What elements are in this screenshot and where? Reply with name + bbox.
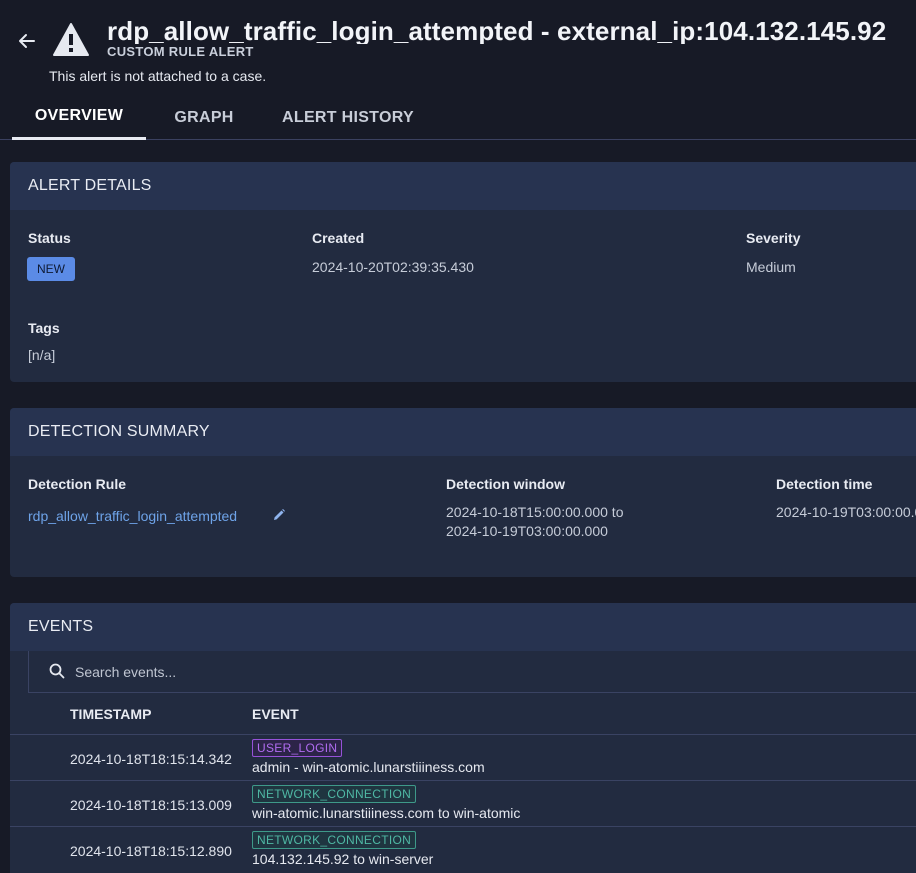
event-description: win-atomic.lunarstiiiness.com to win-ato… (252, 805, 521, 821)
event-description: admin - win-atomic.lunarstiiiness.com (252, 759, 485, 775)
column-header-event[interactable]: EVENT (252, 706, 299, 722)
event-type-tag: NETWORK_CONNECTION (252, 785, 417, 803)
severity-value: Medium (746, 259, 796, 275)
status-label: Status (28, 230, 71, 246)
back-button[interactable] (14, 28, 40, 54)
events-table-header: TIMESTAMP EVENT (10, 693, 916, 735)
case-attachment-note: This alert is not attached to a case. (49, 68, 267, 84)
detection-summary-heading: DETECTION SUMMARY (10, 408, 916, 456)
detection-window-start: 2024-10-18T15:00:00.000 to (446, 504, 624, 520)
events-heading: EVENTS (10, 603, 916, 651)
arrow-left-icon (19, 34, 35, 48)
detection-rule-link[interactable]: rdp_allow_traffic_login_attempted (28, 508, 237, 524)
tab-graph[interactable]: GRAPH (160, 95, 248, 140)
alert-type-subtitle: CUSTOM RULE ALERT (107, 44, 254, 59)
alert-details-panel: ALERT DETAILS Status NEW Created 2024-10… (10, 162, 916, 382)
detection-rule-label: Detection Rule (28, 476, 127, 492)
alert-header: rdp_allow_traffic_login_attempted - exte… (0, 0, 916, 95)
detection-summary-panel: DETECTION SUMMARY Detection Rule rdp_all… (10, 408, 916, 577)
tags-value: [n/a] (28, 347, 56, 363)
tab-overview[interactable]: OVERVIEW (12, 95, 146, 140)
tab-alert-history[interactable]: ALERT HISTORY (272, 95, 424, 140)
column-header-timestamp[interactable]: TIMESTAMP (70, 706, 151, 722)
detection-window-label: Detection window (446, 476, 565, 492)
event-type-tag: USER_LOGIN (252, 739, 343, 757)
detection-time-value: 2024-10-19T03:00:00.000 (776, 504, 916, 520)
detection-time-label: Detection time (776, 476, 873, 492)
pencil-icon[interactable] (272, 508, 286, 522)
table-row[interactable]: 2024-10-18T18:15:12.890 NETWORK_CONNECTI… (10, 827, 916, 873)
created-value: 2024-10-20T02:39:35.430 (312, 259, 474, 275)
detection-window-end: 2024-10-19T03:00:00.000 (446, 523, 608, 539)
search-events-input[interactable] (75, 657, 675, 687)
table-row[interactable]: 2024-10-18T18:15:13.009 NETWORK_CONNECTI… (10, 781, 916, 827)
severity-label: Severity (746, 230, 801, 246)
event-timestamp: 2024-10-18T18:15:13.009 (70, 797, 232, 813)
status-badge[interactable]: NEW (27, 257, 75, 281)
page-title: rdp_allow_traffic_login_attempted - exte… (107, 16, 887, 44)
created-label: Created (312, 230, 365, 246)
event-type-tag: NETWORK_CONNECTION (252, 831, 417, 849)
search-icon (49, 663, 65, 679)
event-timestamp: 2024-10-18T18:15:14.342 (70, 751, 232, 767)
tab-bar: OVERVIEW GRAPH ALERT HISTORY (0, 95, 916, 140)
alert-details-heading: ALERT DETAILS (10, 162, 916, 210)
events-search-bar (28, 651, 916, 693)
warning-triangle-icon (53, 23, 89, 56)
event-description: 104.132.145.92 to win-server (252, 851, 434, 867)
tags-label: Tags (28, 320, 60, 336)
events-panel: EVENTS TIMESTAMP EVENT 2024-10-18T18:15:… (10, 603, 916, 873)
table-row[interactable]: 2024-10-18T18:15:14.342 USER_LOGIN admin… (10, 735, 916, 781)
event-timestamp: 2024-10-18T18:15:12.890 (70, 843, 232, 859)
